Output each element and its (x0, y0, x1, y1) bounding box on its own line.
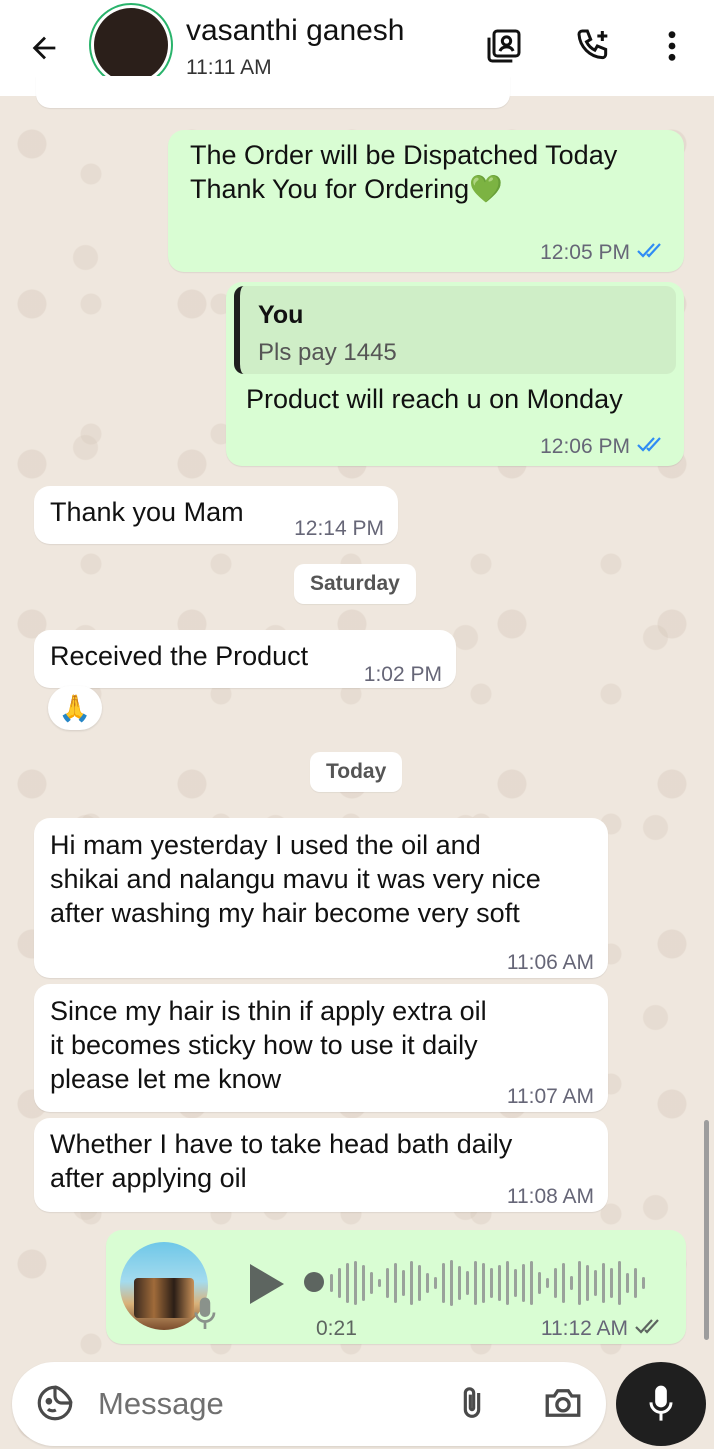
read-ticks-icon (636, 430, 666, 464)
message-time: 11:08 AM (506, 1185, 594, 1208)
message-text: Product will reach u on Monday (246, 384, 623, 414)
waveform-bar (546, 1278, 549, 1288)
waveform-bar (594, 1270, 597, 1296)
waveform-bar (346, 1263, 349, 1303)
waveform-bar (514, 1269, 517, 1297)
waveform-bar (466, 1271, 469, 1295)
outgoing-reply-bubble[interactable]: You Pls pay 1445 Product will reach u on… (226, 282, 684, 466)
contact-name[interactable]: vasanthi ganesh (186, 14, 405, 48)
waveform-bar (474, 1261, 477, 1305)
read-ticks-icon (636, 236, 666, 270)
waveform-bar (610, 1268, 613, 1298)
waveform-bar (554, 1268, 557, 1298)
back-arrow-icon[interactable] (24, 28, 64, 68)
quoted-message[interactable]: You Pls pay 1445 (234, 286, 676, 374)
message-time: 11:07 AM (506, 1085, 594, 1108)
sticker-icon[interactable] (34, 1382, 76, 1429)
contact-avatar[interactable] (94, 8, 168, 82)
quote-author: You (258, 301, 304, 329)
quote-text: Pls pay 1445 (258, 339, 397, 366)
attach-icon[interactable] (452, 1382, 492, 1429)
waveform-bar (426, 1273, 429, 1293)
message-text: Received the Product (50, 641, 309, 671)
message-time: 1:02 PM (363, 663, 442, 686)
waveform-bar (434, 1277, 437, 1289)
message-time: 12:14 PM (294, 517, 384, 540)
date-separator: Saturday (294, 564, 416, 604)
date-separator: Today (310, 752, 403, 792)
message-text: Whether I have to take head bath daily a… (50, 1129, 513, 1193)
incoming-message-bubble[interactable]: Since my hair is thin if apply extra oil… (34, 984, 608, 1112)
message-text: Hi mam yesterday I used the oil and shik… (50, 830, 541, 928)
waveform-bar (562, 1263, 565, 1303)
voice-message-bubble[interactable]: 0:21 11:12 AM (106, 1230, 686, 1344)
message-text: Since my hair is thin if apply extra oil… (50, 996, 487, 1094)
waveform-bar (378, 1279, 381, 1287)
waveform-bar (522, 1264, 525, 1302)
incoming-message-bubble[interactable]: Whether I have to take head bath daily a… (34, 1118, 608, 1212)
camera-icon[interactable] (542, 1382, 584, 1429)
video-call-icon[interactable] (482, 24, 526, 68)
message-input[interactable]: Message (98, 1386, 224, 1422)
waveform-bar (418, 1265, 421, 1301)
message-time: 11:06 AM (506, 951, 594, 974)
waveform-bar (394, 1263, 397, 1303)
incoming-message-bubble[interactable]: Received the Product 1:02 PM (34, 630, 456, 688)
message-composer[interactable]: Message (12, 1362, 606, 1446)
waveform-bar (626, 1273, 629, 1293)
waveform-bar (578, 1261, 581, 1305)
more-options-icon[interactable] (650, 24, 694, 68)
message-time: 12:05 PM (540, 241, 630, 264)
waveform-bar (410, 1261, 413, 1305)
incoming-message-bubble[interactable]: Thank you Mam 12:14 PM (34, 486, 398, 544)
waveform-bar (618, 1261, 621, 1305)
waveform-bar (482, 1263, 485, 1303)
waveform-bar (530, 1261, 533, 1305)
scrollbar[interactable] (704, 1120, 709, 1340)
waveform-bar (490, 1268, 493, 1298)
waveform-bar (338, 1268, 341, 1298)
previous-message-bubble[interactable] (36, 76, 510, 108)
waveform-bar (642, 1277, 645, 1289)
microphone-icon (649, 1385, 673, 1421)
waveform-bar (330, 1274, 333, 1292)
outgoing-message-bubble[interactable]: The Order will be Dispatched Today Thank… (168, 130, 684, 272)
voice-record-button[interactable] (616, 1362, 706, 1446)
voice-waveform[interactable] (330, 1258, 645, 1308)
voice-duration: 0:21 (316, 1317, 357, 1340)
waveform-bar (402, 1270, 405, 1296)
waveform-bar (634, 1268, 637, 1298)
message-text: The Order will be Dispatched Today Thank… (190, 140, 618, 204)
folded-hands-emoji: 🙏 (58, 692, 92, 723)
play-icon[interactable] (244, 1260, 288, 1316)
waveform-bar (602, 1263, 605, 1303)
message-text: Thank you Mam (50, 497, 244, 527)
waveform-bar (450, 1260, 453, 1306)
waveform-bar (458, 1266, 461, 1300)
microphone-icon (194, 1296, 216, 1340)
waveform-bar (498, 1265, 501, 1301)
reaction-badge[interactable]: 🙏 (48, 686, 102, 730)
waveform-bar (570, 1276, 573, 1290)
seek-handle[interactable] (304, 1272, 324, 1292)
waveform-bar (386, 1268, 389, 1298)
waveform-bar (370, 1272, 373, 1294)
green-heart-emoji: 💚 (469, 174, 503, 204)
waveform-bar (362, 1265, 365, 1301)
waveform-bar (354, 1261, 357, 1305)
waveform-bar (442, 1263, 445, 1303)
add-call-icon[interactable] (572, 24, 616, 68)
message-time: 12:06 PM (540, 435, 630, 458)
waveform-bar (586, 1265, 589, 1301)
delivered-ticks-icon (634, 1312, 664, 1346)
incoming-message-bubble[interactable]: Hi mam yesterday I used the oil and shik… (34, 818, 608, 978)
message-time: 11:12 AM (540, 1317, 628, 1340)
waveform-bar (538, 1272, 541, 1294)
waveform-bar (506, 1261, 509, 1305)
